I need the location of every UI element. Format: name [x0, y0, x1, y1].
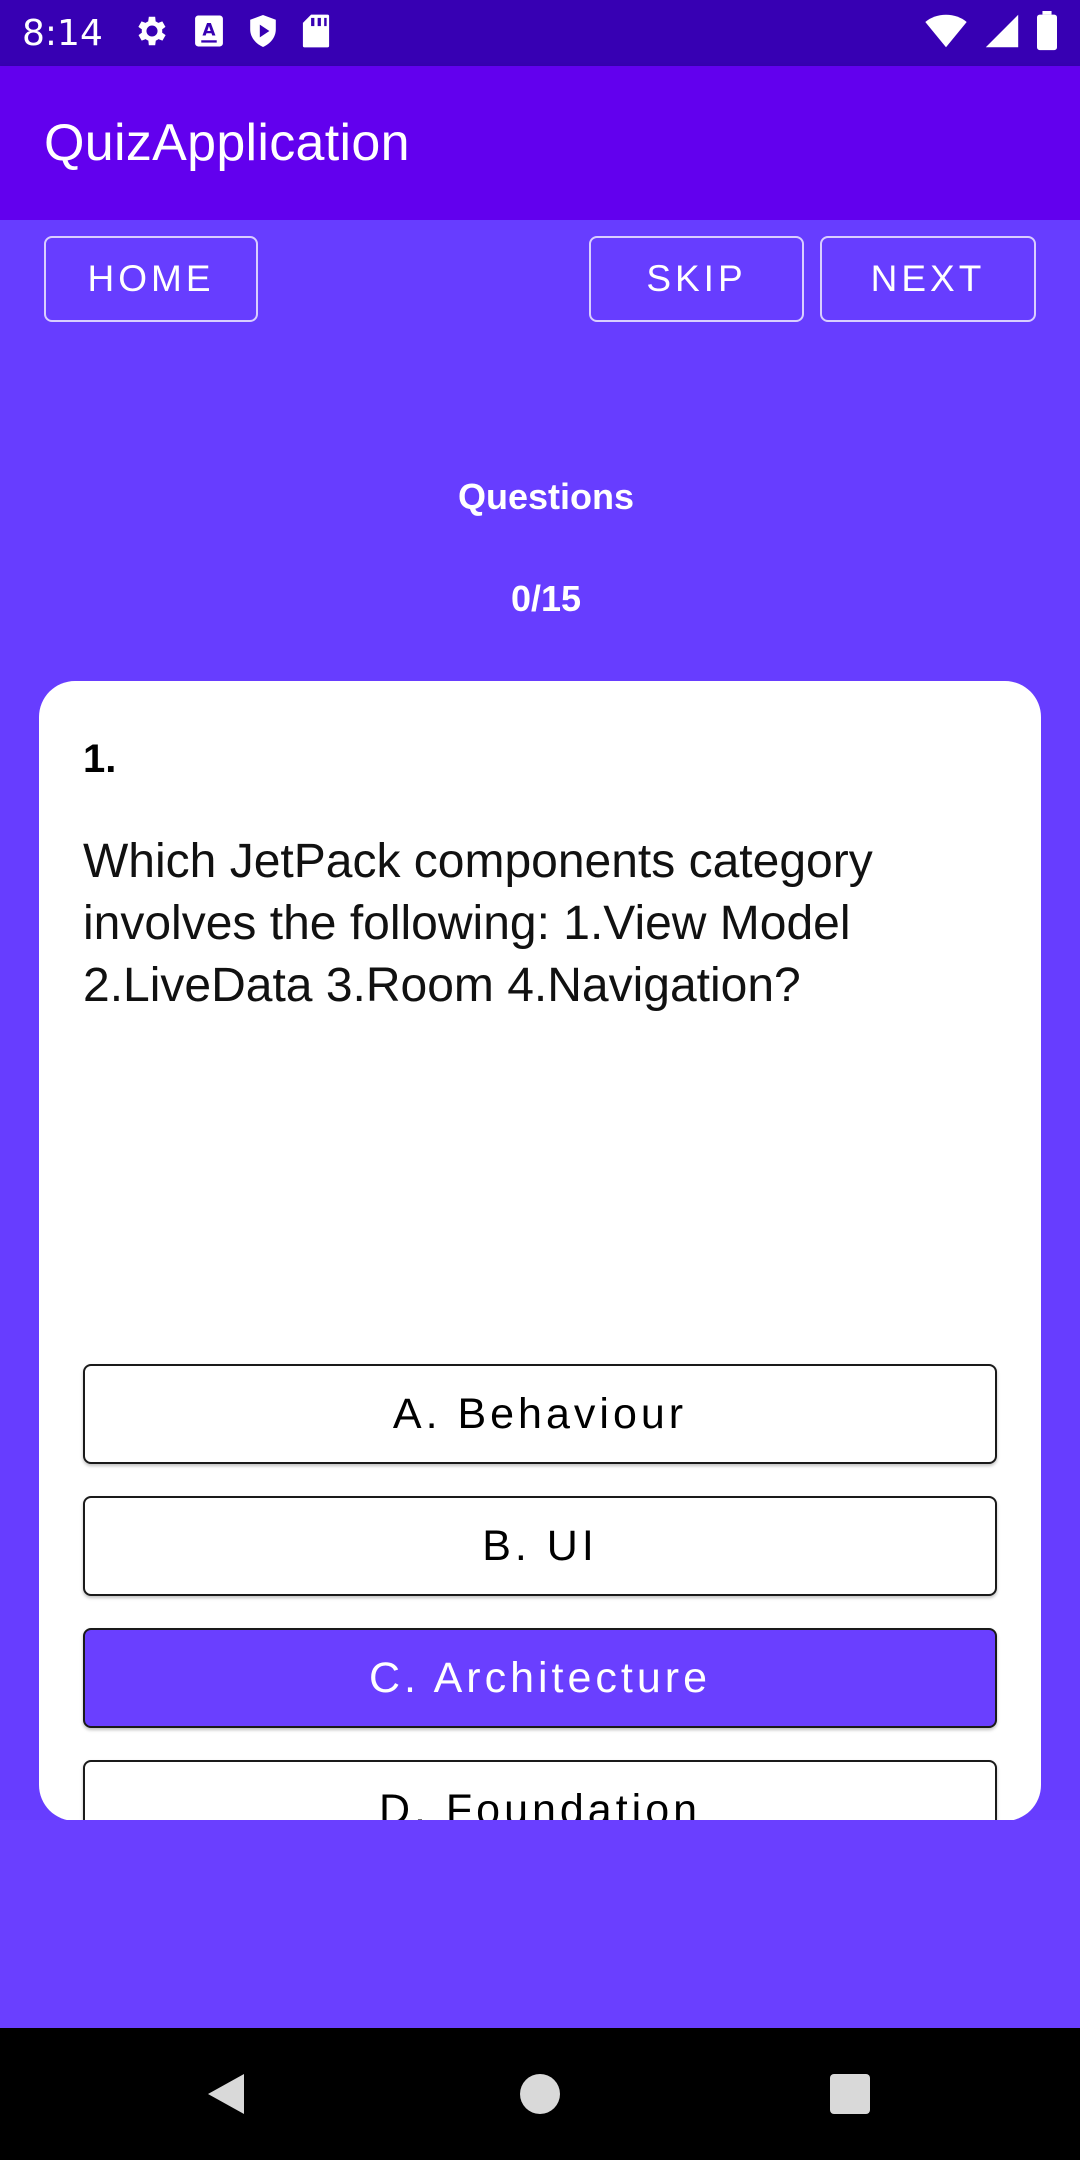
- status-time: 8:14: [22, 12, 103, 54]
- question-card: 1. Which JetPack components category inv…: [39, 681, 1041, 1860]
- next-button[interactable]: NEXT: [820, 236, 1036, 322]
- svg-text:A: A: [202, 20, 216, 40]
- app-bar: QuizApplication: [0, 66, 1080, 220]
- question-number: 1.: [83, 737, 117, 781]
- recents-square-icon[interactable]: [826, 2070, 874, 2118]
- home-button[interactable]: HOME: [44, 236, 258, 322]
- back-triangle-icon[interactable]: [202, 2070, 250, 2118]
- navigation-bar: [0, 2028, 1080, 2160]
- status-icons-right: [924, 10, 1058, 56]
- status-icons-left: A: [133, 12, 331, 55]
- gear-icon: [133, 12, 171, 55]
- status-bar: 8:14 A: [0, 0, 1080, 66]
- skip-button[interactable]: SKIP: [589, 236, 804, 322]
- option-a-button[interactable]: A. Behaviour: [83, 1364, 997, 1464]
- option-c-button[interactable]: C. Architecture: [83, 1628, 997, 1728]
- option-b-button[interactable]: B. UI: [83, 1496, 997, 1596]
- battery-icon: [1036, 10, 1058, 56]
- sd-card-icon: [301, 13, 331, 54]
- quiz-content: HOME SKIP NEXT Questions 0/15 1. Which J…: [0, 220, 1080, 2028]
- question-text: Which JetPack components category involv…: [83, 835, 873, 1012]
- questions-count: 0/15: [510, 578, 582, 619]
- accessibility-a-icon: A: [193, 14, 225, 53]
- shield-play-icon: [247, 13, 279, 54]
- home-circle-icon[interactable]: [516, 2070, 564, 2118]
- questions-label: Questions: [457, 476, 635, 517]
- screen: 8:14 A QuizApplication HOME SKIP NEXT Qu…: [0, 0, 1080, 2160]
- app-title: QuizApplication: [44, 114, 410, 172]
- wifi-icon: [924, 13, 968, 54]
- content-footer: [0, 1820, 1080, 2028]
- cell-signal-icon: [984, 13, 1020, 54]
